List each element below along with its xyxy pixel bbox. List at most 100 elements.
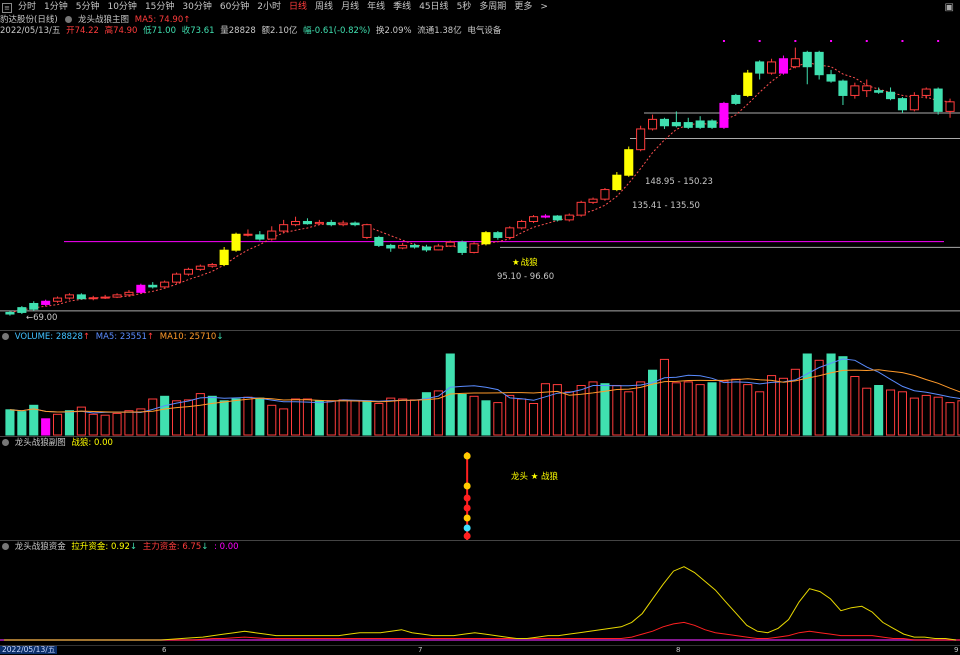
volume-bar [897, 391, 907, 436]
volume-bar [124, 410, 134, 436]
candle-body [576, 201, 586, 216]
candle-body [148, 284, 158, 288]
volume-label: VOLUME: 28828 [14, 332, 83, 342]
candle-body [17, 307, 27, 313]
sub1-title[interactable]: 龙头战狼副图 [15, 438, 66, 448]
candle [517, 219, 527, 230]
candle [576, 200, 586, 217]
signal-dot [865, 40, 868, 42]
candle-body [469, 243, 479, 253]
volume-bar [469, 395, 479, 436]
candle [588, 197, 598, 204]
candle [433, 243, 443, 251]
candle [790, 47, 800, 69]
signal-marker [463, 532, 471, 540]
candle [933, 87, 943, 115]
candle-body [648, 118, 658, 130]
candle [29, 301, 39, 311]
candle [219, 247, 229, 267]
volume-bar [564, 391, 574, 436]
volume-bar [481, 400, 491, 436]
volume-bar [671, 382, 681, 436]
candle-body [457, 241, 467, 253]
candle [195, 264, 205, 271]
candle [302, 218, 312, 225]
candle [743, 69, 753, 98]
candle [410, 243, 420, 249]
candle-body [445, 241, 455, 247]
candle-body [505, 227, 515, 238]
candle [112, 293, 122, 299]
ma5-volume-label: MA5: 23551 [95, 332, 147, 342]
volume-bar [505, 394, 515, 436]
candle [802, 50, 812, 85]
candle [767, 58, 777, 75]
candle [291, 216, 301, 227]
candle [707, 119, 717, 129]
gear-icon[interactable] [2, 333, 9, 340]
signal-dot [901, 40, 904, 42]
candle [386, 243, 396, 252]
volume-header: VOLUME: 28828↑ MA5: 23551↑ MA10: 25710↓ [0, 332, 226, 343]
zone2-label: 135.41 - 135.50 [632, 201, 700, 211]
candle-body [921, 88, 931, 96]
candle [172, 272, 182, 284]
volume-bar [398, 398, 408, 436]
candle-body [695, 120, 705, 128]
candle [100, 294, 110, 300]
gear-icon[interactable] [2, 439, 9, 446]
ma10-volume-arrow: ↓ [216, 332, 224, 342]
candle [695, 116, 705, 129]
lift-funds-line [4, 566, 957, 641]
candle [564, 213, 574, 222]
volume-bar [755, 391, 765, 436]
volume-bar [5, 409, 15, 436]
volume-arrow: ↑ [82, 332, 91, 342]
candle [909, 92, 919, 112]
candle [755, 60, 765, 80]
candle-body [421, 246, 431, 251]
candle-body [374, 236, 384, 246]
candle-body [136, 284, 146, 293]
sub2-title[interactable]: 龙头战狼资金 [15, 542, 66, 552]
candle-body [564, 214, 574, 221]
signal-marker [463, 452, 471, 460]
candle-body [600, 189, 610, 200]
candle-body [350, 222, 360, 226]
candle [814, 50, 824, 80]
candle-body [5, 311, 15, 315]
volume-bar [172, 400, 182, 436]
volume-bar [350, 400, 360, 436]
candle [469, 242, 479, 254]
candle [124, 290, 134, 297]
volume-bar [302, 398, 312, 436]
candle-body [945, 101, 955, 112]
volume-bar [850, 376, 860, 436]
gear-icon[interactable] [2, 543, 9, 550]
candle [778, 55, 788, 75]
volume-bar [826, 353, 836, 436]
volume-bar [719, 380, 729, 436]
candle-body [183, 268, 193, 275]
battle-tag: ★战狼 [512, 258, 538, 268]
volume-bar [267, 404, 277, 436]
volume-bar [790, 368, 800, 436]
candle-body [29, 302, 39, 310]
candle-body [112, 294, 122, 298]
volume-bar [338, 399, 348, 436]
volume-bar [778, 377, 788, 436]
volume-bar [695, 384, 705, 436]
candle [243, 229, 253, 237]
candle-body [255, 234, 265, 240]
candle-body [172, 273, 182, 283]
volume-bar [326, 400, 336, 436]
volume-bar [243, 396, 253, 436]
signal-marker [463, 514, 471, 522]
signal-dot [758, 40, 761, 42]
volume-bar [279, 408, 289, 436]
volume-bar [909, 397, 919, 436]
candle [540, 214, 550, 219]
main-funds-arrow: ↓ [201, 542, 209, 552]
candle [183, 267, 193, 276]
volume-bar [183, 399, 193, 436]
